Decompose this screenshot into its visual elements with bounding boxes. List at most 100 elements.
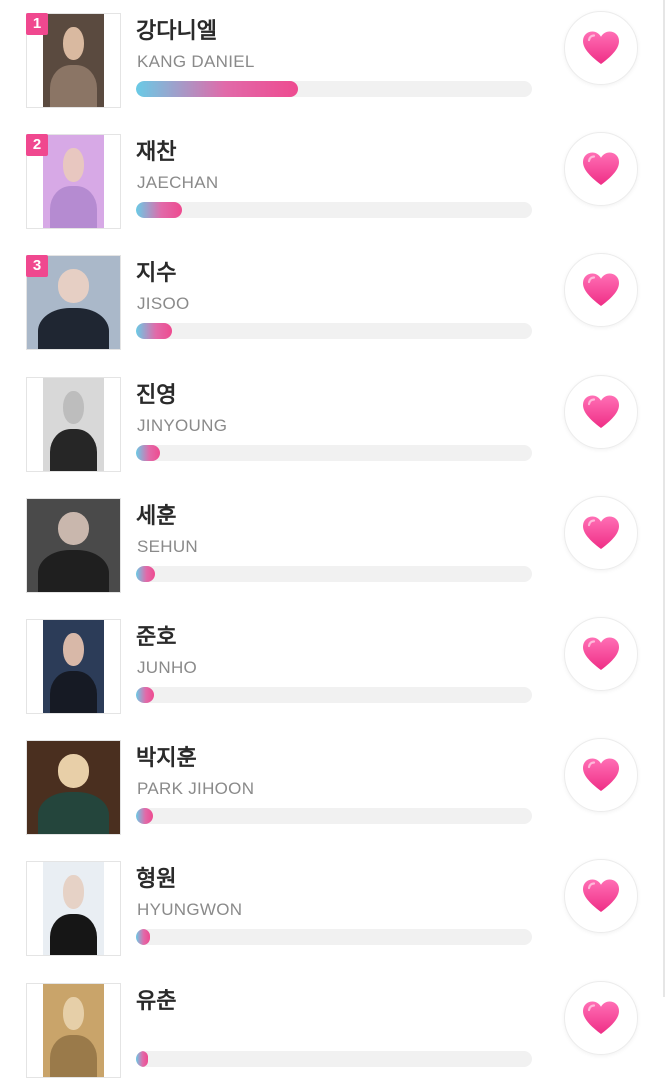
ranking-row: 1 강다니엘 KANG DANIEL xyxy=(0,0,665,121)
artist-name-korean: 세훈 xyxy=(136,502,177,528)
ranking-row: 유춘 xyxy=(0,970,665,1091)
photo-figure-body xyxy=(50,671,97,713)
photo-figure-head xyxy=(57,754,90,788)
heart-icon xyxy=(581,272,621,308)
ranking-row: 박지훈 PARK JIHOON xyxy=(0,727,665,848)
heart-shape xyxy=(583,273,619,307)
photo-image xyxy=(27,498,120,592)
heart-icon xyxy=(581,878,621,914)
heart-shape xyxy=(583,879,619,913)
artist-name-korean: 준호 xyxy=(136,624,177,649)
vote-heart-button[interactable] xyxy=(564,132,638,207)
ranking-row: 준호 JUNHO xyxy=(0,606,665,727)
artist-name-english: JISOO xyxy=(137,294,190,314)
vote-heart-button[interactable] xyxy=(564,617,638,691)
artist-name-korean: 지수 xyxy=(136,260,177,286)
vote-progress-track xyxy=(136,202,532,219)
photo-figure-body xyxy=(50,65,97,107)
rank-badge: 2 xyxy=(26,134,48,157)
vote-progress-track xyxy=(136,1050,532,1067)
vote-progress-track xyxy=(136,81,532,97)
artist-photo[interactable] xyxy=(26,740,121,836)
vote-progress-fill xyxy=(136,565,155,582)
photo-figure-body xyxy=(38,792,109,835)
vote-heart-button[interactable] xyxy=(564,374,638,449)
heart-icon xyxy=(581,1000,621,1036)
vote-progress-fill xyxy=(136,687,154,703)
photo-figure-body xyxy=(38,307,109,350)
photo-figure-body xyxy=(38,549,109,592)
vote-progress-fill xyxy=(136,1050,148,1067)
photo-figure-body xyxy=(50,1034,97,1077)
heart-shape xyxy=(583,395,619,428)
artist-name-english: JINYOUNG xyxy=(137,415,228,435)
vote-progress-track xyxy=(136,808,532,825)
ranking-row: 세훈 SEHUN xyxy=(0,485,665,606)
photo-figure-head xyxy=(63,390,84,425)
heart-shape xyxy=(583,758,619,792)
vote-heart-button[interactable] xyxy=(564,495,638,570)
vote-progress-track xyxy=(136,565,532,582)
photo-figure-body xyxy=(50,913,97,956)
vote-progress-track xyxy=(136,444,532,461)
heart-icon xyxy=(581,515,621,551)
vote-heart-button[interactable] xyxy=(564,253,638,328)
photo-image xyxy=(43,14,104,107)
artist-name-korean: 형원 xyxy=(136,866,177,892)
vote-heart-button[interactable] xyxy=(564,11,638,85)
photo-figure-head xyxy=(63,148,84,182)
rank-badge: 3 xyxy=(26,255,48,278)
photo-figure-head xyxy=(57,269,90,303)
artist-name-korean: 유춘 xyxy=(136,987,177,1013)
heart-icon xyxy=(581,151,621,187)
artist-name-korean: 박지훈 xyxy=(136,745,197,771)
artist-name-english: JAECHAN xyxy=(137,173,219,193)
photo-image xyxy=(43,862,104,956)
vote-progress-fill xyxy=(136,81,299,97)
ranking-row: 진영 JINYOUNG xyxy=(0,364,665,485)
photo-figure-head xyxy=(63,633,84,667)
heart-icon xyxy=(581,394,621,430)
photo-image xyxy=(43,620,104,713)
vote-progress-track xyxy=(136,323,532,340)
vote-progress-track xyxy=(136,929,532,946)
artist-photo[interactable] xyxy=(26,619,121,714)
heart-icon xyxy=(581,636,621,672)
vote-progress-fill xyxy=(136,808,153,825)
artist-name-korean: 재찬 xyxy=(136,139,177,165)
photo-figure-head xyxy=(63,996,84,1031)
photo-figure-head xyxy=(63,875,84,909)
heart-shape xyxy=(583,152,619,186)
artist-name-english: PARK JIHOON xyxy=(137,779,255,799)
vote-heart-button[interactable] xyxy=(564,980,638,1055)
artist-photo[interactable] xyxy=(26,861,121,957)
artist-name-korean: 강다니엘 xyxy=(136,18,217,43)
photo-image xyxy=(27,741,120,835)
artist-photo[interactable] xyxy=(26,376,121,472)
heart-shape xyxy=(583,637,619,670)
artist-photo[interactable] xyxy=(26,497,121,593)
artist-name-english: SEHUN xyxy=(137,536,199,556)
photo-figure-head xyxy=(57,511,90,546)
photo-image xyxy=(43,983,104,1077)
vote-progress-fill xyxy=(136,444,160,461)
artist-name-english: KANG DANIEL xyxy=(137,52,255,71)
artist-name-english: HYUNGWON xyxy=(137,900,243,920)
ranking-row: 3 지수 JISOO xyxy=(0,242,665,363)
vote-progress-fill xyxy=(136,202,182,219)
photo-figure-body xyxy=(50,428,97,471)
ranking-row: 형원 HYUNGWON xyxy=(0,848,665,969)
photo-image xyxy=(43,377,104,471)
heart-shape xyxy=(583,516,619,549)
vote-heart-button[interactable] xyxy=(564,738,638,813)
artist-name-korean: 진영 xyxy=(136,381,177,407)
heart-shape xyxy=(583,1001,619,1034)
photo-figure-body xyxy=(50,186,97,229)
vote-progress-track xyxy=(136,687,532,703)
heart-icon xyxy=(581,30,621,66)
artist-name-english: JUNHO xyxy=(137,658,198,677)
vote-heart-button[interactable] xyxy=(564,859,638,934)
heart-icon xyxy=(581,757,621,793)
vote-progress-fill xyxy=(136,929,150,946)
ranking-row: 2 재찬 JAECHAN xyxy=(0,121,665,242)
